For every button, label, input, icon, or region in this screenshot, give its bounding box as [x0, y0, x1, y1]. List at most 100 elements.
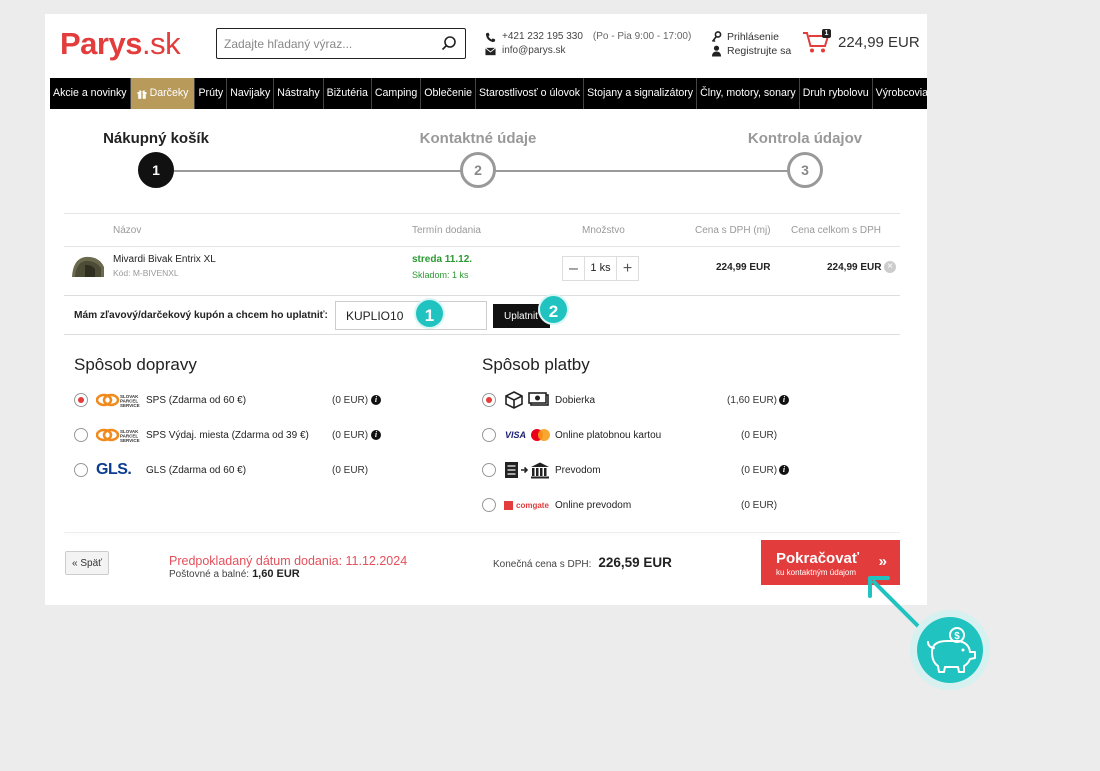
- step-1-label: Nákupný košík: [103, 130, 209, 147]
- payment-price-cod: (1,60 EUR): [727, 394, 778, 406]
- shipping-name-gls: GLS (Zdarma od 60 €): [146, 464, 247, 476]
- nav-item-darceky-label: Darčeky: [149, 87, 189, 99]
- shipping-name-sps-pickup: SPS Výdaj. miesta (Zdarma od 39 €): [146, 429, 309, 441]
- key-icon: [711, 31, 722, 43]
- cart-row: Mivardi Bivak Entrix XL Kód: M-BIVENXL s…: [64, 248, 900, 296]
- payment-title: Spôsob platby: [482, 355, 590, 374]
- shipping-radio-sps[interactable]: [74, 393, 88, 407]
- info-icon[interactable]: i: [371, 395, 381, 405]
- payment-radio-transfer[interactable]: [482, 463, 496, 477]
- qty-decrease-button[interactable]: –: [563, 257, 584, 280]
- nav-item-darceky[interactable]: Darčeky: [130, 78, 196, 109]
- package-cash-icon: [505, 391, 549, 409]
- shipping-radio-gls[interactable]: [74, 463, 88, 477]
- login-link[interactable]: Prihlásenie: [727, 30, 779, 44]
- step-marker-2: 2: [538, 294, 569, 325]
- nav-item-starostlivost[interactable]: Starostlivosť o úlovok: [476, 78, 585, 109]
- mail-icon: [485, 46, 496, 55]
- mastercard-logo: [531, 429, 551, 441]
- step-2-label: Kontaktné údaje: [419, 130, 537, 147]
- nav-item-clny[interactable]: Člny, motory, sonary: [697, 78, 800, 109]
- shipping-option-gls[interactable]: GLS. GLS (Zdarma od 60 €) (0 EUR): [74, 460, 394, 480]
- payment-price-transfer: (0 EUR): [741, 464, 778, 476]
- nav-item-pruty[interactable]: Prúty: [195, 78, 228, 109]
- col-total-price: Cena celkom s DPH: [791, 225, 882, 236]
- nav-item-stojany[interactable]: Stojany a signalizátory: [584, 78, 698, 109]
- shipping-option-sps-pickup[interactable]: SLOVAK PARCEL SERVICE SPS Výdaj. miesta (Z…: [74, 425, 394, 445]
- shipping-price-sps: (0 EUR): [332, 394, 369, 406]
- main-nav: Akcie a novinky Darčeky Prúty Navijaky N…: [50, 78, 928, 109]
- cod-icons: [504, 390, 550, 410]
- product-code: Kód: M-BIVENXL: [113, 268, 179, 278]
- coupon-row: Mám zľavový/darčekový kupón a chcem ho u…: [64, 294, 900, 335]
- user-icon: [712, 45, 721, 57]
- payment-radio-online-transfer[interactable]: [482, 498, 496, 512]
- step-1-circle: 1: [138, 152, 174, 188]
- piggy-bank-icon: $: [927, 627, 976, 673]
- coupon-label: Mám zľavový/darčekový kupón a chcem ho u…: [74, 310, 328, 321]
- payment-option-card[interactable]: VISA Online platobnou kartou (0 EUR): [482, 425, 802, 445]
- payment-name-cod: Dobierka: [555, 394, 596, 406]
- footer-divider: [64, 532, 900, 533]
- info-icon[interactable]: i: [779, 465, 789, 475]
- shipping-price-sps-pickup: (0 EUR): [332, 429, 369, 441]
- cart-total: 224,99 EUR: [838, 33, 920, 51]
- nav-item-vyrobcovia[interactable]: Výrobcovia: [873, 78, 931, 109]
- sps-logo: SLOVAK PARCEL SERVICE: [96, 425, 144, 445]
- phone-icon: [485, 32, 496, 42]
- opening-hours: (Po - Pia 9:00 - 17:00): [592, 31, 692, 42]
- cart-summary[interactable]: 1 224,99 EUR: [802, 29, 920, 54]
- step-3-circle: 3: [787, 152, 823, 188]
- qty-increase-button[interactable]: +: [617, 257, 638, 280]
- shipping-cost-value: 1,60 EUR: [252, 568, 300, 580]
- quantity-stepper: – 1 ks +: [562, 256, 639, 281]
- payment-option-cod[interactable]: Dobierka (1,60 EUR) i: [482, 390, 802, 410]
- register-link[interactable]: Registrujte sa: [727, 44, 791, 58]
- delivery-date: streda 11.12.: [412, 254, 473, 265]
- contact-info: +421 232 195 330 (Po - Pia 9:00 - 17:00)…: [485, 30, 691, 58]
- comgate-logo: comgate: [504, 495, 549, 515]
- nav-item-camping[interactable]: Camping: [372, 78, 422, 109]
- total-price: 224,99 EUR: [827, 262, 882, 273]
- final-price-label: Konečná cena s DPH:: [493, 559, 592, 570]
- final-price-value: 226,59 EUR: [598, 555, 672, 570]
- search-input[interactable]: [217, 29, 427, 58]
- info-icon[interactable]: i: [371, 430, 381, 440]
- shipping-radio-sps-pickup[interactable]: [74, 428, 88, 442]
- nav-item-bizuteria[interactable]: Bižutéria: [324, 78, 372, 109]
- payment-radio-cod[interactable]: [482, 393, 496, 407]
- payment-option-online-transfer[interactable]: comgate Online prevodom (0 EUR): [482, 495, 802, 515]
- product-thumbnail[interactable]: [71, 253, 105, 279]
- product-name[interactable]: Mivardi Bivak Entrix XL: [113, 254, 216, 265]
- nav-item-druh-rybolovu[interactable]: Druh rybolovu: [800, 78, 873, 109]
- piggy-bank-badge-inner: $: [917, 617, 983, 683]
- bank-transfer-icon: [505, 462, 549, 479]
- svg-text:SERVICE: SERVICE: [120, 438, 140, 443]
- search-icon[interactable]: [441, 35, 457, 51]
- col-name: Názov: [113, 225, 142, 236]
- nav-item-nastrahy[interactable]: Nástrahy: [274, 78, 324, 109]
- nav-item-oblecenie[interactable]: Oblečenie: [421, 78, 476, 109]
- phone-number[interactable]: +421 232 195 330: [502, 30, 583, 44]
- nav-item-navijaky[interactable]: Navijaky: [227, 78, 275, 109]
- col-unit-price: Cena s DPH (mj): [695, 225, 771, 236]
- cart-count-badge: 1: [822, 29, 831, 38]
- comgate-logo-text: comgate: [516, 500, 549, 510]
- back-button[interactable]: « Späť: [65, 551, 109, 575]
- payment-option-transfer[interactable]: Prevodom (0 EUR) i: [482, 460, 802, 480]
- payment-radio-card[interactable]: [482, 428, 496, 442]
- email-link[interactable]: info@parys.sk: [502, 44, 566, 58]
- gls-logo-text: GLS.: [96, 461, 132, 478]
- payment-name-transfer: Prevodom: [555, 464, 601, 476]
- nav-item-akcie[interactable]: Akcie a novinky: [50, 78, 131, 109]
- qty-value[interactable]: 1 ks: [584, 257, 617, 280]
- gls-logo: GLS.: [96, 460, 132, 480]
- site-logo[interactable]: Parys.sk: [60, 26, 181, 62]
- remove-item-icon[interactable]: ×: [884, 261, 896, 273]
- info-icon[interactable]: i: [779, 395, 789, 405]
- col-delivery: Termín dodania: [412, 225, 481, 236]
- coupon-input[interactable]: [335, 301, 487, 330]
- checkout-stepper: Nákupný košík Kontaktné údaje Kontrola ú…: [45, 124, 927, 194]
- shipping-option-sps[interactable]: SLOVAK PARCEL SERVICE SPS (Zdarma od 60 €)…: [74, 390, 394, 410]
- payment-price-online-transfer: (0 EUR): [741, 499, 778, 511]
